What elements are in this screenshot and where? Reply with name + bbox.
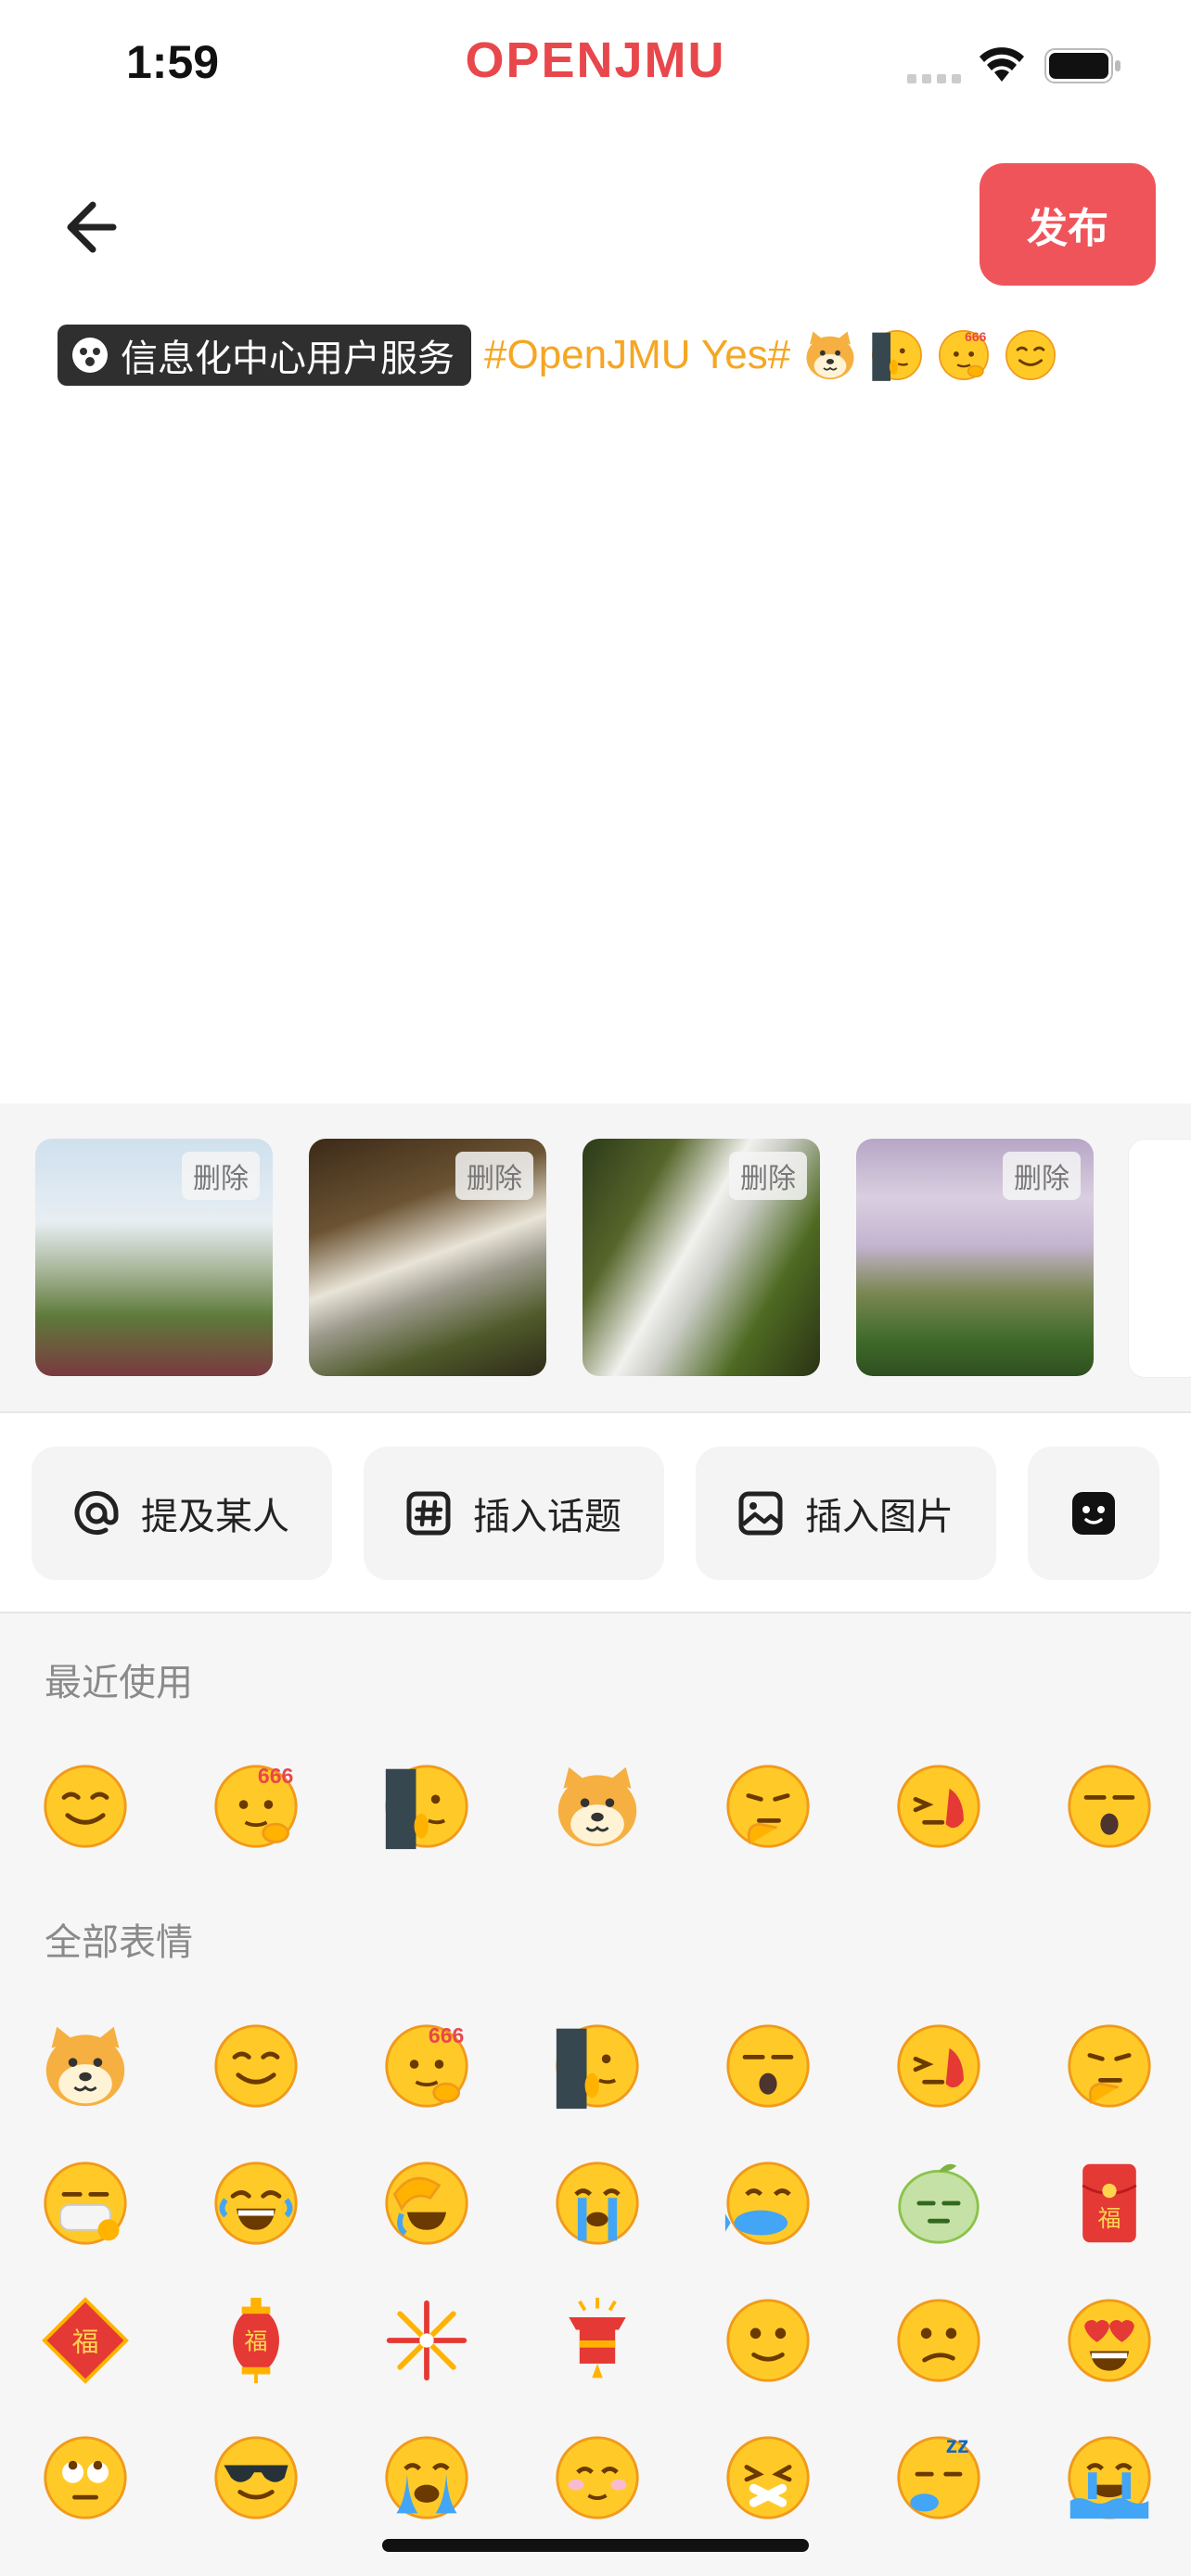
topic-label: 插入话题 — [473, 1496, 621, 1538]
peek-emoji-icon — [870, 328, 924, 382]
image-label: 插入图片 — [805, 1496, 954, 1538]
emoji-panel: 最近使用 全部表情 — [0, 1613, 1191, 2576]
peek-emoji-icon[interactable] — [553, 2021, 642, 2111]
fish-emoji-icon[interactable] — [724, 2159, 813, 2248]
mention-chip[interactable]: 信息化中心用户服务 — [58, 325, 471, 386]
home-indicator — [382, 2539, 809, 2552]
delete-image-button[interactable]: 删除 — [729, 1152, 807, 1200]
doge-emoji-icon — [805, 330, 855, 380]
cool-emoji-icon[interactable] — [211, 2433, 301, 2522]
signal-icon — [907, 74, 961, 83]
mention-label: 提及某人 — [141, 1496, 289, 1538]
user-avatar-icon — [72, 338, 108, 373]
insert-image-button[interactable]: 插入图片 — [696, 1447, 996, 1580]
image-thumb-3[interactable]: 删除 — [583, 1139, 820, 1376]
emoji-face-icon — [1072, 1492, 1115, 1535]
emoji-button[interactable] — [1028, 1447, 1159, 1580]
facepalm-hand-emoji-icon[interactable] — [894, 1762, 983, 1851]
sleepy-emoji-icon[interactable] — [894, 2433, 983, 2522]
fu-diamond-emoji-icon[interactable] — [41, 2296, 130, 2385]
confused-emoji-icon[interactable] — [894, 2296, 983, 2385]
slight-smile-emoji-icon[interactable] — [724, 2296, 813, 2385]
insert-topic-button[interactable]: 插入话题 — [364, 1447, 664, 1580]
eye-roll-emoji-icon[interactable] — [41, 2433, 130, 2522]
mention-button[interactable]: 提及某人 — [32, 1447, 332, 1580]
sob-emoji-icon[interactable] — [382, 2433, 471, 2522]
blush-emoji-icon[interactable] — [553, 2433, 642, 2522]
image-strip[interactable]: 删除 删除 删除 删除 — [0, 1103, 1191, 1411]
publish-button[interactable]: 发布 — [980, 163, 1156, 286]
image-thumb-4[interactable]: 删除 — [856, 1139, 1094, 1376]
image-thumb-1[interactable]: 删除 — [35, 1139, 273, 1376]
mask-emoji-icon[interactable] — [41, 2159, 130, 2248]
yawn-emoji-icon[interactable] — [1065, 1762, 1154, 1851]
think-emoji-icon[interactable] — [724, 1762, 813, 1851]
back-button[interactable] — [56, 190, 130, 264]
status-bar: 1:59 OPENJMU — [0, 0, 1191, 130]
laugh-cry-emoji-icon[interactable] — [211, 2159, 301, 2248]
peek-emoji-icon[interactable] — [382, 1762, 471, 1851]
image-icon — [738, 1491, 783, 1536]
delete-image-button[interactable]: 删除 — [455, 1152, 533, 1200]
smile-emoji-icon[interactable] — [211, 2021, 301, 2111]
hashtag-icon — [406, 1491, 451, 1536]
666-emoji-icon — [937, 328, 991, 382]
yawn-emoji-icon[interactable] — [724, 2021, 813, 2111]
mention-text: 信息化中心用户服务 — [121, 338, 455, 380]
fireworks-emoji-icon[interactable] — [382, 2296, 471, 2385]
think-emoji-icon[interactable] — [1065, 2021, 1154, 2111]
post-editor[interactable]: 信息化中心用户服务 #OpenJMU Yes# — [58, 323, 1057, 388]
doge-emoji-icon[interactable] — [41, 2021, 130, 2111]
smile-emoji-icon — [1004, 328, 1057, 382]
delete-image-button[interactable]: 删除 — [1003, 1152, 1081, 1200]
toolbar: 提及某人 插入话题 插入图片 — [0, 1413, 1191, 1612]
topic-text: #OpenJMU Yes# — [484, 332, 791, 377]
battery-icon — [1044, 48, 1121, 83]
facepalm-hand-emoji-icon[interactable] — [894, 2021, 983, 2111]
at-icon — [74, 1491, 119, 1536]
delete-image-button[interactable]: 删除 — [182, 1152, 260, 1200]
add-image-slot[interactable] — [1128, 1139, 1191, 1378]
666-emoji-icon[interactable] — [382, 2021, 471, 2111]
smile-emoji-icon[interactable] — [41, 1762, 130, 1851]
lantern-emoji-icon[interactable] — [211, 2296, 301, 2385]
firecracker-emoji-icon[interactable] — [553, 2296, 642, 2385]
image-thumb-2[interactable]: 删除 — [309, 1139, 546, 1376]
all-section-title: 全部表情 — [45, 1921, 193, 1964]
heart-eyes-emoji-icon[interactable] — [1065, 2296, 1154, 2385]
crying-river-emoji-icon[interactable] — [1065, 2433, 1154, 2522]
lemon-emoji-icon[interactable] — [894, 2159, 983, 2248]
red-envelope-emoji-icon[interactable] — [1065, 2159, 1154, 2248]
doge-emoji-icon[interactable] — [553, 1762, 642, 1851]
cry-emoji-icon[interactable] — [553, 2159, 642, 2248]
shush-emoji-icon[interactable] — [724, 2433, 813, 2522]
666-emoji-icon[interactable] — [211, 1762, 301, 1851]
wifi-icon — [980, 47, 1024, 82]
recent-section-title: 最近使用 — [45, 1662, 193, 1704]
facepalm-emoji-icon[interactable] — [382, 2159, 471, 2248]
